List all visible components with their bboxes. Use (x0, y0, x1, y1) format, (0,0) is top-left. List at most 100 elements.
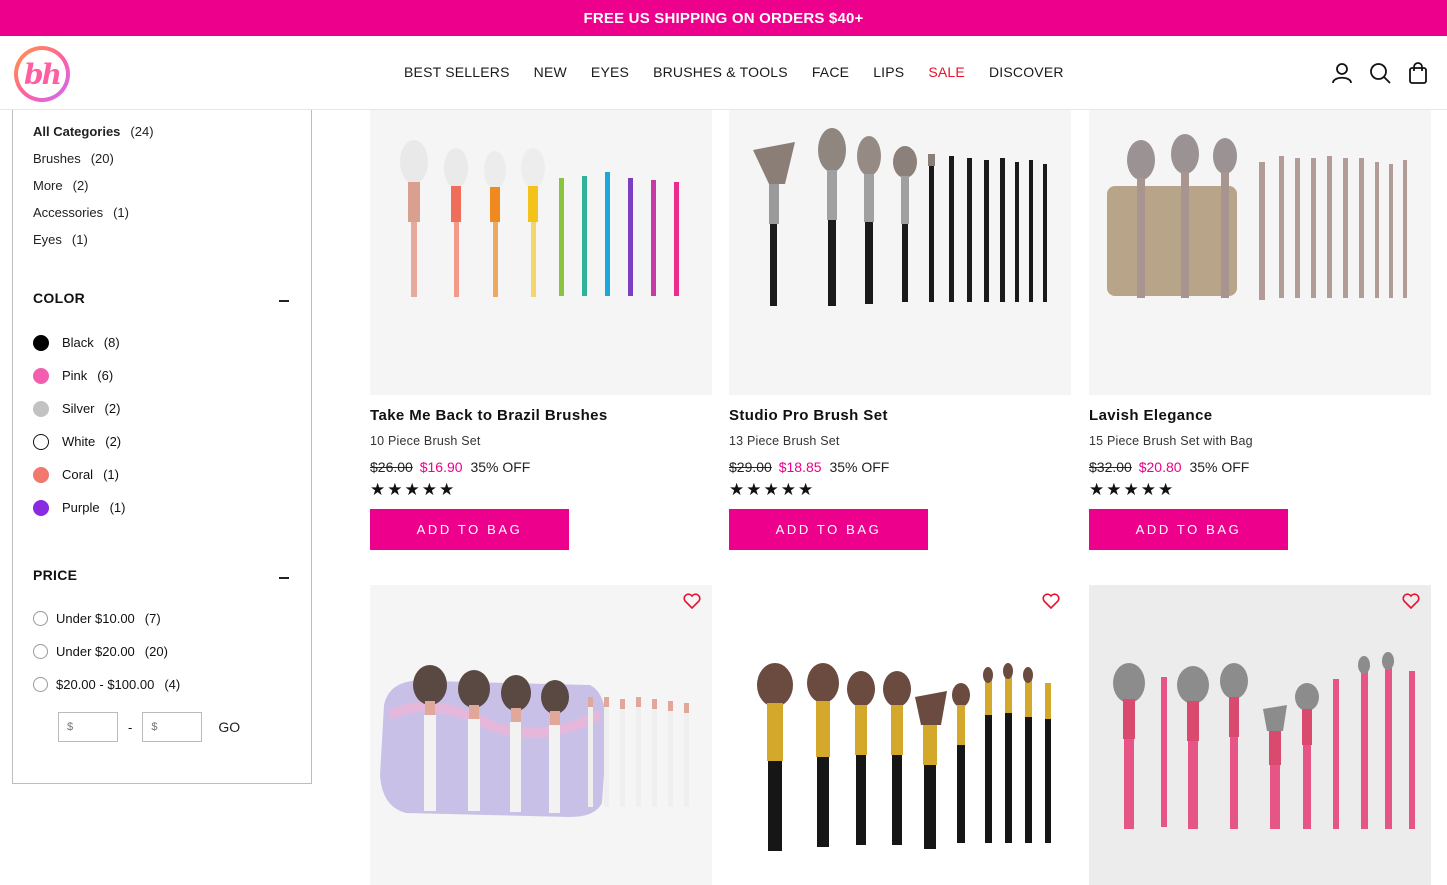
rating-stars[interactable]: ★★★★★ (1089, 480, 1175, 500)
nav-best-sellers[interactable]: BEST SELLERS (404, 64, 510, 80)
nav-lips[interactable]: LIPS (873, 64, 904, 80)
product-name[interactable]: Studio Pro Brush Set (729, 407, 888, 424)
main-nav: BEST SELLERS NEW EYES BRUSHES & TOOLS FA… (404, 64, 1088, 80)
rating-stars[interactable]: ★★★★★ (729, 480, 815, 500)
product-card (729, 585, 1071, 885)
bag-icon[interactable] (1407, 61, 1429, 85)
wishlist-heart-icon[interactable] (682, 591, 702, 611)
category-label: More (33, 178, 63, 193)
original-price: $29.00 (729, 459, 772, 475)
category-label: Accessories (33, 205, 104, 220)
product-subtitle: 13 Piece Brush Set (729, 434, 840, 448)
price-filter-list: Under $10.00 (7) Under $20.00 (20) $20.00 … (33, 602, 180, 701)
color-count: (2) (105, 434, 122, 449)
nav-discover[interactable]: DISCOVER (989, 64, 1064, 80)
radio-button[interactable] (33, 611, 48, 626)
range-dash: - (128, 719, 133, 735)
color-filter-list: Black (8) Pink (6) Silver (2) White (2) Cora… (33, 326, 125, 524)
price-label: Under $20.00 (56, 644, 135, 659)
product-name[interactable]: Take Me Back to Brazil Brushes (370, 407, 608, 424)
product-price: $29.00 $18.85 35% OFF (729, 459, 889, 475)
color-option-pink[interactable]: Pink (6) (33, 359, 125, 392)
color-count: (8) (103, 335, 120, 350)
add-to-bag-button[interactable]: ADD TO BAG (1089, 509, 1288, 550)
max-price-input[interactable] (142, 712, 203, 742)
category-more[interactable]: More (2) (33, 172, 154, 199)
price-range: - GO (58, 712, 240, 742)
discount-label: 35% OFF (829, 459, 890, 475)
color-section-title[interactable]: COLOR (33, 290, 85, 306)
category-brushes[interactable]: Brushes (20) (33, 145, 154, 172)
nav-brushes-tools[interactable]: BRUSHES & TOOLS (653, 64, 788, 80)
color-count: (1) (109, 500, 126, 515)
price-count: (4) (164, 677, 181, 692)
color-option-black[interactable]: Black (8) (33, 326, 125, 359)
product-card: Studio Pro Brush Set 13 Piece Brush Set … (729, 110, 1071, 550)
nav-sale[interactable]: SALE (928, 64, 965, 80)
color-collapse-icon[interactable] (279, 300, 289, 302)
rating-stars[interactable]: ★★★★★ (370, 480, 456, 500)
nav-new[interactable]: NEW (534, 64, 567, 80)
product-image[interactable] (1089, 110, 1431, 395)
account-icon[interactable] (1331, 61, 1353, 85)
radio-button[interactable] (33, 644, 48, 659)
price-count: (7) (144, 611, 161, 626)
color-swatch (33, 400, 49, 417)
product-image[interactable] (370, 110, 712, 395)
logo-inner: bh (18, 50, 66, 98)
min-price-input[interactable] (58, 712, 118, 742)
brand-logo[interactable]: bh (14, 46, 70, 102)
search-icon[interactable] (1369, 61, 1391, 85)
category-eyes[interactable]: Eyes (1) (33, 226, 154, 253)
product-subtitle: 15 Piece Brush Set with Bag (1089, 434, 1253, 448)
category-count: (24) (130, 124, 154, 139)
discount-label: 35% OFF (470, 459, 531, 475)
wishlist-heart-icon[interactable] (1401, 591, 1421, 611)
category-list: All Categories (24) Brushes (20) More (2) A… (33, 118, 154, 253)
category-label: Brushes (33, 151, 81, 166)
color-label: Pink (62, 368, 88, 383)
product-card: Lavish Elegance 15 Piece Brush Set with … (1089, 110, 1431, 550)
wishlist-heart-icon[interactable] (1041, 591, 1061, 611)
color-option-white[interactable]: White (2) (33, 425, 125, 458)
price-section-title[interactable]: PRICE (33, 567, 77, 583)
discount-label: 35% OFF (1189, 459, 1250, 475)
color-option-coral[interactable]: Coral (1) (33, 458, 125, 491)
nav-face[interactable]: FACE (812, 64, 849, 80)
category-count: (1) (113, 205, 129, 220)
site-header: bh BEST SELLERS NEW EYES BRUSHES & TOOLS… (0, 36, 1447, 110)
product-image[interactable] (729, 110, 1071, 395)
header-icons (1331, 61, 1429, 85)
category-label: All Categories (33, 124, 121, 139)
color-swatch (33, 499, 49, 516)
add-to-bag-button[interactable]: ADD TO BAG (729, 509, 928, 550)
color-option-purple[interactable]: Purple (1) (33, 491, 125, 524)
color-count: (6) (97, 368, 114, 383)
category-all[interactable]: All Categories (24) (33, 118, 154, 145)
color-label: Coral (62, 467, 94, 482)
color-label: Black (62, 335, 94, 350)
color-option-silver[interactable]: Silver (2) (33, 392, 125, 425)
product-image[interactable] (1089, 585, 1431, 885)
go-button[interactable]: GO (218, 719, 240, 735)
price-option-20-100[interactable]: $20.00 - $100.00 (4) (33, 668, 180, 701)
price-collapse-icon[interactable] (279, 577, 289, 579)
promo-banner[interactable]: FREE US SHIPPING ON ORDERS $40+ (0, 0, 1447, 36)
product-image[interactable] (729, 585, 1071, 885)
price-label: Under $10.00 (56, 611, 135, 626)
nav-eyes[interactable]: EYES (591, 64, 629, 80)
product-image[interactable] (370, 585, 712, 885)
color-swatch (33, 367, 49, 384)
category-accessories[interactable]: Accessories (1) (33, 199, 154, 226)
category-count: (2) (72, 178, 89, 193)
price-option-under-10[interactable]: Under $10.00 (7) (33, 602, 180, 635)
product-subtitle: 10 Piece Brush Set (370, 434, 481, 448)
color-label: Silver (62, 401, 95, 416)
color-count: (2) (104, 401, 121, 416)
radio-button[interactable] (33, 677, 48, 692)
color-swatch (33, 433, 49, 450)
add-to-bag-button[interactable]: ADD TO BAG (370, 509, 569, 550)
product-name[interactable]: Lavish Elegance (1089, 407, 1213, 424)
price-option-under-20[interactable]: Under $20.00 (20) (33, 635, 180, 668)
filter-sidebar: All Categories (24) Brushes (20) More (2) A… (12, 110, 312, 784)
